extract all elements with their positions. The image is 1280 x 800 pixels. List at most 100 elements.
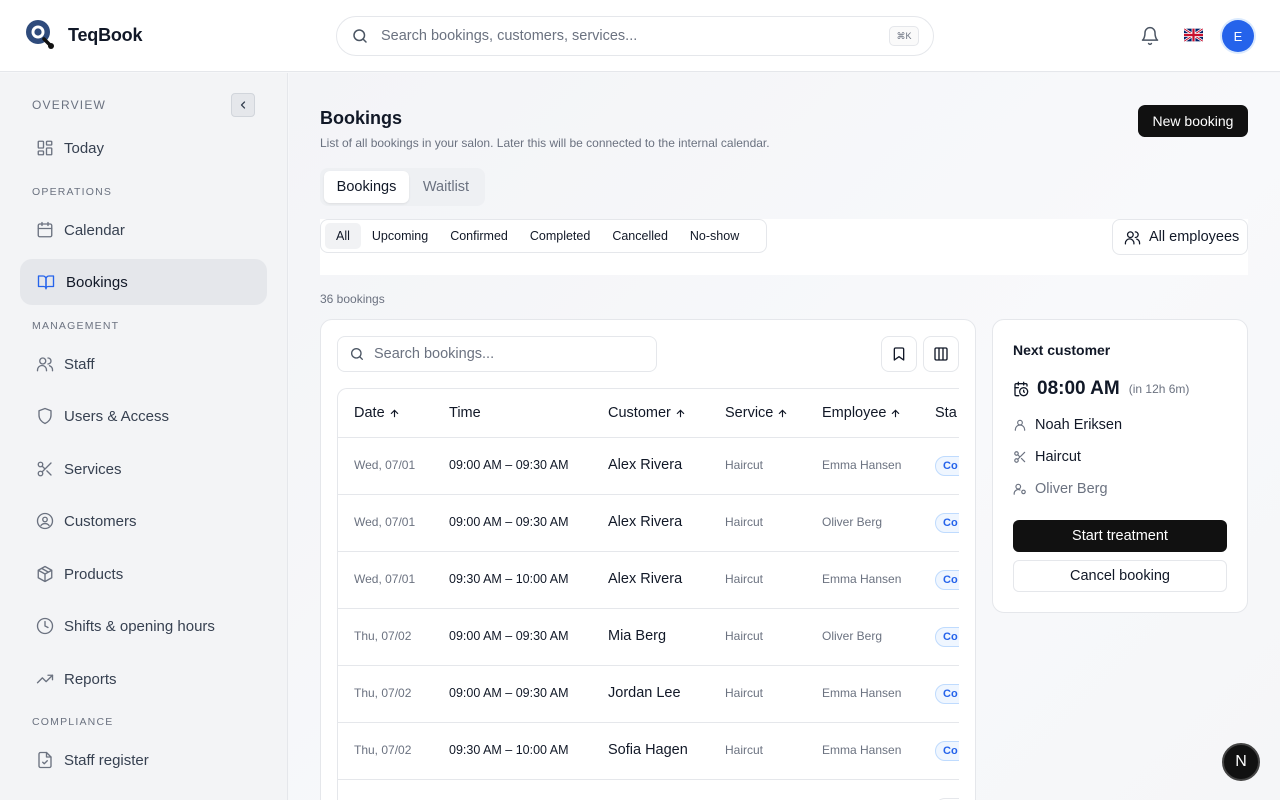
book-icon (36, 273, 56, 291)
search-icon (351, 27, 369, 45)
filter-no-show[interactable]: No-show (679, 223, 750, 249)
table-row[interactable] (338, 780, 959, 800)
file-check-icon (36, 751, 54, 769)
dev-tools-badge[interactable]: N (1222, 743, 1260, 781)
status-badge: Co (935, 513, 959, 533)
sidebar-item-products[interactable]: Products (20, 551, 267, 597)
user-cog-icon (1013, 483, 1026, 495)
next-customer-employee: Oliver Berg (1013, 481, 1108, 497)
sidebar-item-staff[interactable]: Staff (20, 341, 267, 387)
sidebar-item-label: Products (64, 565, 124, 583)
uk-flag-icon[interactable] (1184, 28, 1203, 42)
section-overview: OVERVIEW (32, 98, 107, 112)
filter-all[interactable]: All (325, 223, 361, 249)
app-logo[interactable]: TeqBook (24, 18, 142, 52)
section-management: MANAGEMENT (32, 320, 120, 332)
columns-icon (934, 347, 948, 361)
global-search[interactable]: Search bookings, customers, services... … (336, 16, 934, 56)
next-customer-time-value: 08:00 AM (1037, 378, 1120, 399)
cell-service: Haircut (725, 743, 764, 757)
cell-employee: Oliver Berg (822, 515, 883, 529)
cell-time: 09:00 AM – 09:30 AM (449, 686, 569, 700)
sidebar-item-today[interactable]: Today (20, 125, 267, 171)
column-date[interactable]: Date (354, 405, 400, 421)
new-booking-button[interactable]: New booking (1138, 105, 1248, 137)
next-customer-name-text: Noah Eriksen (1035, 417, 1123, 433)
sidebar-item-reports[interactable]: Reports (20, 656, 267, 702)
sidebar-item-services[interactable]: Services (20, 446, 267, 492)
table-row[interactable]: Thu, 07/02 09:30 AM – 10:00 AM Sofia Hag… (338, 723, 959, 780)
start-treatment-button[interactable]: Start treatment (1013, 520, 1227, 552)
sidebar-item-staff-register[interactable]: Staff register (20, 737, 267, 783)
sidebar-item-customers[interactable]: Customers (20, 498, 267, 544)
status-badge: Co (935, 627, 959, 647)
cell-date: Wed, 07/01 (354, 515, 416, 529)
user-avatar[interactable]: E (1222, 20, 1254, 52)
table-row[interactable]: Wed, 07/01 09:30 AM – 10:00 AM Alex Rive… (338, 552, 959, 609)
table-row[interactable]: Wed, 07/01 09:00 AM – 09:30 AM Alex Rive… (338, 495, 959, 552)
next-customer-employee-text: Oliver Berg (1035, 481, 1108, 497)
dashboard-icon (36, 139, 54, 157)
table-row[interactable]: Thu, 07/02 09:00 AM – 09:30 AM Mia Berg … (338, 609, 959, 666)
cell-customer: Sofia Hagen (608, 742, 688, 758)
saved-views-button[interactable] (881, 336, 917, 372)
arrow-up-icon (676, 408, 685, 417)
scissors-icon (1014, 451, 1026, 463)
sidebar-item-label: Today (64, 139, 105, 157)
sidebar-item-label: Users & Access (64, 407, 170, 425)
scissors-icon (36, 460, 54, 478)
page-subtitle: List of all bookings in your salon. Late… (320, 136, 770, 150)
users-icon (36, 355, 54, 373)
column-time[interactable]: Time (449, 405, 481, 421)
cell-date: Thu, 07/02 (354, 743, 412, 757)
cancel-booking-button[interactable]: Cancel booking (1013, 560, 1227, 592)
bell-icon[interactable] (1140, 26, 1160, 46)
view-tabs: Bookings Waitlist (320, 168, 485, 206)
top-bar: TeqBook Search bookings, customers, serv… (0, 0, 1280, 72)
cell-time: 09:30 AM – 10:00 AM (449, 743, 569, 757)
filter-upcoming[interactable]: Upcoming (361, 223, 439, 249)
collapse-sidebar-button[interactable] (231, 93, 255, 117)
global-search-input[interactable]: Search bookings, customers, services... (381, 28, 889, 44)
table-row[interactable]: Wed, 07/01 09:00 AM – 09:30 AM Alex Rive… (338, 438, 959, 495)
cell-service: Haircut (725, 515, 764, 529)
sidebar-item-calendar[interactable]: Calendar (20, 207, 267, 253)
app-name: TeqBook (68, 24, 143, 45)
sidebar-item-users-access[interactable]: Users & Access (20, 393, 267, 439)
column-label: Service (725, 405, 774, 421)
column-employee[interactable]: Employee (822, 405, 901, 421)
calendar-clock-icon (1014, 381, 1029, 397)
cell-service: Haircut (725, 458, 764, 472)
employee-filter-button[interactable]: All employees (1112, 219, 1248, 255)
column-label: Sta (935, 405, 957, 421)
sidebar-item-label: Staff register (64, 751, 149, 769)
column-status[interactable]: Sta (935, 405, 957, 421)
tab-waitlist[interactable]: Waitlist (412, 171, 480, 203)
column-customer[interactable]: Customer (608, 405, 686, 421)
package-icon (36, 565, 54, 583)
search-icon (351, 348, 363, 360)
calendar-icon (36, 221, 54, 239)
sidebar-item-label: Services (64, 460, 122, 478)
cell-customer: Jordan Lee (608, 685, 681, 701)
bookings-search-input[interactable]: Search bookings... (337, 336, 657, 372)
filter-completed[interactable]: Completed (519, 223, 601, 249)
filter-confirmed[interactable]: Confirmed (439, 223, 519, 249)
next-customer-relative: (in 12h 6m) (1128, 382, 1190, 396)
column-label: Time (449, 405, 481, 421)
cell-service: Haircut (725, 686, 764, 700)
sidebar-item-bookings[interactable]: Bookings (20, 259, 267, 305)
sidebar-item-shifts[interactable]: Shifts & opening hours (20, 603, 267, 649)
column-service[interactable]: Service (725, 405, 788, 421)
filter-cancelled[interactable]: Cancelled (601, 223, 679, 249)
cell-employee: Emma Hansen (822, 572, 902, 586)
cell-time: 09:30 AM – 10:00 AM (449, 572, 569, 586)
cell-customer: Alex Rivera (608, 514, 683, 530)
tab-bookings[interactable]: Bookings (324, 171, 409, 203)
table-row[interactable]: Thu, 07/02 09:00 AM – 09:30 AM Jordan Le… (338, 666, 959, 723)
status-badge: Co (935, 741, 959, 761)
next-customer-name: Noah Eriksen (1013, 417, 1122, 433)
trending-up-icon (36, 670, 54, 688)
cell-date: Wed, 07/01 (354, 458, 416, 472)
columns-button[interactable] (923, 336, 959, 372)
